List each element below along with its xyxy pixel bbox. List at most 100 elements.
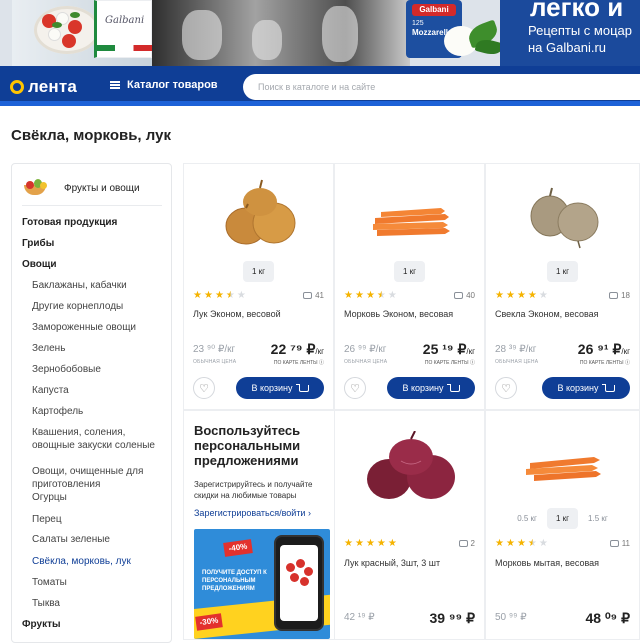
product-rating: ★ ★ ★ ★ ★ [193,291,246,301]
sidebar-item[interactable]: Фрукты [22,618,162,631]
promo-text: Зарегистрируйтесь и получайте скидки на … [194,480,313,500]
comment-icon [458,540,468,547]
product-card[interactable]: 0.5 кг 1 кг 1.5 кг ★ ★ ★ ★ ★ 11 Морковь мыта… [485,410,640,640]
chevron-right-icon: › [307,508,311,518]
card-price: 25 ¹⁹ ₽/кг [422,341,475,357]
galbani-card: Galbani [94,0,152,58]
review-count[interactable]: 40 [454,291,475,300]
old-price: 26 ⁹⁹ ₽/кг [344,344,387,355]
star-icon: ★ [365,290,375,301]
add-to-cart-button[interactable]: В корзину [542,377,630,399]
fruits-vegetables-icon [22,178,50,199]
sidebar-item[interactable]: Тыква [22,597,162,610]
promo-image[interactable]: -40% -30% ПОЛУЧИТЕ ДОСТУП К ПЕРСОНАЛЬНЫМ… [194,529,330,639]
sidebar-item[interactable]: Зелень [22,342,162,355]
category-sidebar: Фрукты и овощи Готовая продукция Грибы Ово… [11,163,172,643]
product-grid: 1 кг ★ ★ ★ ★ ★ 41 Лук Эконом, весовой 23 ⁹⁰ … [183,163,640,640]
review-count[interactable]: 11 [609,539,630,548]
product-name[interactable]: Лук Эконом, весовой [193,309,281,319]
old-price: 23 ⁹⁰ ₽/кг [193,344,236,355]
sidebar-item[interactable]: Огурцы [22,491,162,504]
star-icon: ★ [365,538,375,549]
quantity-option[interactable]: 1.5 кг [586,508,610,529]
add-to-cart-button[interactable]: В корзину [236,377,324,399]
catalog-button[interactable]: Каталог товаров [110,79,218,91]
product-name[interactable]: Свекла Эконом, весовая [495,309,599,319]
menu-icon [110,81,120,89]
star-icon: ★ [516,538,526,549]
product-card[interactable]: ★ ★ ★ ★ ★ 2 Лук красный, 3шт, 3 шт 42 ¹⁹ ₽ 3… [334,410,485,640]
star-icon: ★ [344,538,353,549]
comment-icon [609,292,619,299]
product-name[interactable]: Морковь Эконом, весовая [344,309,453,319]
sidebar-item[interactable]: Зернобобовые [22,363,162,376]
quantity-option[interactable]: 1 кг [242,261,275,282]
product-card[interactable]: 1 кг ★ ★ ★ ★ ★ 18 Свекла Эконом, весовая 28 … [485,163,640,410]
product-card[interactable]: 1 кг ★ ★ ★ ★ ★ 41 Лук Эконом, весовой 23 ⁹⁰ … [183,163,334,410]
product-rating: ★ ★ ★ ★ ★ [344,291,397,301]
old-price: 50 ⁹⁹ ₽ [495,612,527,623]
star-half-icon: ★ [527,538,537,549]
onion-image [225,179,296,245]
star-icon: ★ [505,290,515,301]
favorite-button[interactable]: ♡ [344,377,366,399]
page-title: Свёкла, морковь, лук [11,127,171,144]
sidebar-item[interactable]: Овощи, очищенные для приготовления [22,465,162,491]
heart-icon: ♡ [350,382,360,395]
red-onion-image [367,431,455,499]
product-rating: ★ ★ ★ ★ ★ [495,291,548,301]
quantity-option[interactable]: 1 кг [393,261,426,282]
sidebar-item[interactable]: Томаты [22,576,162,589]
star-icon: ★ [516,290,526,301]
add-to-cart-button[interactable]: В корзину [387,377,475,399]
product-name[interactable]: Лук красный, 3шт, 3 шт [344,558,440,568]
register-login-link[interactable]: Зарегистрироваться/войти › [194,508,311,518]
product-name[interactable]: Морковь мытая, весовая [495,558,599,568]
quantity-option[interactable]: 1 кг [546,508,579,529]
chefs-photo [152,0,410,66]
star-icon: ★ [495,538,504,549]
sidebar-item[interactable]: Перец [22,513,162,526]
quantity-option[interactable]: 0.5 кг [515,508,539,529]
product-card[interactable]: 1 кг ★ ★ ★ ★ ★ 40 Морковь Эконом, весовая 26… [334,163,485,410]
sidebar-item[interactable]: Овощи [22,258,162,271]
cart-icon [295,383,309,392]
review-count[interactable]: 41 [303,291,324,300]
favorite-button[interactable]: ♡ [193,377,215,399]
star-half-icon: ★ [225,290,235,301]
card-price: 48 ⁰⁹ ₽ [585,610,630,626]
card-price-label: по карте ленты ⓘ [424,360,475,366]
lenta-logo[interactable]: лента [10,77,77,97]
star-icon: ★ [495,290,504,301]
review-count[interactable]: 18 [609,291,630,300]
search-input[interactable] [243,74,640,100]
sidebar-category-fruits-vegetables[interactable]: Фрукты и овощи [22,172,162,206]
sidebar-item[interactable]: Капуста [22,384,162,397]
comment-icon [303,292,313,299]
sidebar-item[interactable]: Готовая продукция [22,216,162,229]
promo-banner[interactable]: Galbani Galbani 125 Mozzarella легко и Р… [0,0,640,66]
sidebar-item[interactable]: Баклажаны, кабачки [22,279,162,292]
star-icon: ★ [236,290,246,301]
card-price: 22 ⁷⁹ ₽/кг [270,341,324,357]
sidebar-item[interactable]: Квашения, соления, овощные закуски солен… [22,426,162,452]
lenta-logo-icon [10,80,24,94]
star-icon: ★ [538,290,548,301]
sidebar-item[interactable]: Замороженные овощи [22,321,162,334]
star-icon: ★ [354,290,364,301]
sidebar-item[interactable]: Другие корнеплоды [22,300,162,313]
review-count[interactable]: 2 [458,539,475,548]
quantity-option[interactable]: 1 кг [546,261,579,282]
card-price-label: по карте ленты ⓘ [273,360,324,366]
sidebar-item[interactable]: Грибы [22,237,162,250]
star-icon: ★ [505,538,515,549]
banner-headline: легко и [530,0,624,22]
sidebar-item[interactable]: Салаты зеленые [22,533,162,546]
sidebar-item[interactable]: Свёкла, морковь, лук [22,555,162,568]
comment-icon [454,292,464,299]
favorite-button[interactable]: ♡ [495,377,517,399]
sidebar-item[interactable]: Картофель [22,405,162,418]
star-icon: ★ [387,290,397,301]
product-rating: ★ ★ ★ ★ ★ [495,539,548,549]
old-price-label: обычная цена [193,359,237,365]
